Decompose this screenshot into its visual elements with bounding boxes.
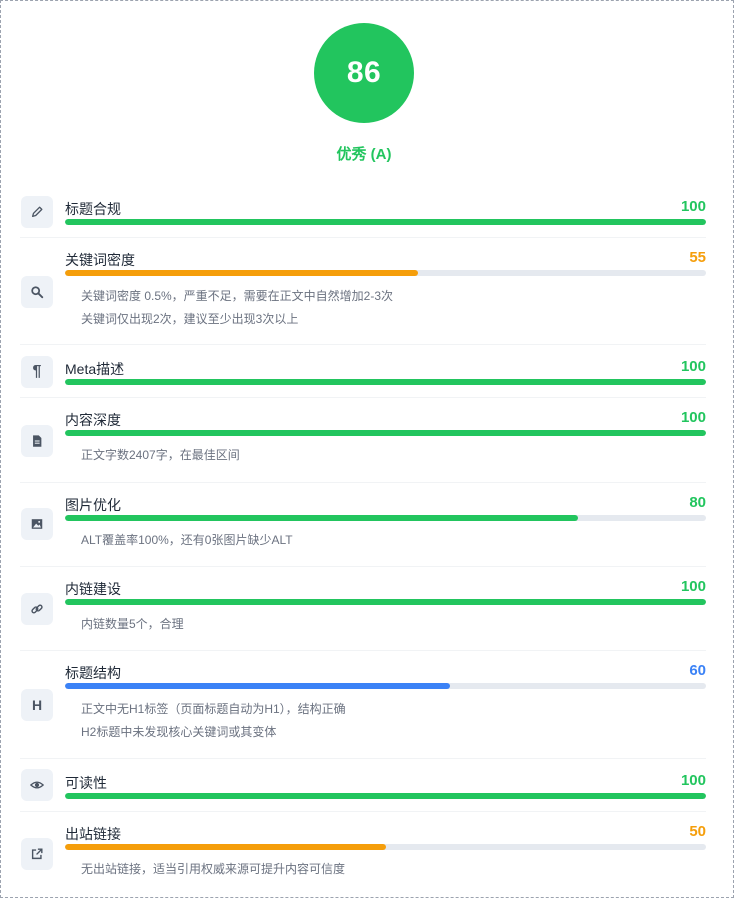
external-link-icon [21,838,53,870]
metric-label: 可读性 [65,775,107,791]
eye-icon [21,769,53,801]
search-icon [21,276,53,308]
heading-icon: H [21,689,53,721]
metric-progress-fill [65,515,578,521]
metric-progress-fill [65,844,386,850]
document-icon [21,425,53,457]
divider [20,397,706,398]
metric-progress-fill [65,683,450,689]
metric-progress-fill [65,793,706,799]
metric-note: 正文中无H1标签（页面标题自动为H1），结构正确 [81,702,346,716]
divider [20,811,706,812]
metric-label: 内容深度 [65,412,121,428]
metric-label: 标题合规 [65,201,121,217]
metric-value: 100 [680,772,706,789]
metric-note: 关键词仅出现2次，建议至少出现3次以上 [81,312,299,326]
metric-value: 60 [689,662,706,679]
metric-label: 标题结构 [65,665,121,681]
metric-note: H2标题中未发现核心关键词或其变体 [81,725,277,739]
metric-label: 出站链接 [65,826,121,842]
divider [20,482,706,483]
image-icon [21,508,53,540]
metric-progress-fill [65,599,706,605]
metric-progress [65,219,706,225]
metric-note: 正文字数2407字，在最佳区间 [81,448,240,462]
metric-label: 内链建设 [65,581,121,597]
metric-value: 100 [680,578,706,595]
metric-label: 图片优化 [65,497,121,513]
metric-progress-fill [65,379,706,385]
metric-note: 无出站链接，适当引用权威来源可提升内容可信度 [81,862,346,876]
metric-note: 内链数量5个，合理 [81,617,184,631]
metric-value: 55 [689,249,706,266]
metric-value: 100 [680,409,706,426]
metric-progress-fill [65,270,418,276]
metric-progress [65,430,706,436]
metric-progress-fill [65,219,706,225]
metric-progress [65,844,706,850]
paragraph-icon: ¶ [21,356,53,388]
metric-progress [65,793,706,799]
divider [20,237,706,238]
metric-progress [65,379,706,385]
metric-progress [65,683,706,689]
grade-label: 优秀 (A) [336,146,392,163]
metric-label: 关键词密度 [65,252,135,268]
divider [20,650,706,651]
metric-progress [65,270,706,276]
metric-progress [65,515,706,521]
metric-value: 100 [680,198,706,215]
metric-note: 关键词密度 0.5%，严重不足，需要在正文中自然增加2-3次 [81,289,394,303]
score-circle: 86 [314,23,414,123]
metric-value: 100 [680,358,706,375]
link-icon [21,593,53,625]
metric-value: 50 [689,823,706,840]
metric-progress [65,599,706,605]
pencil-icon [21,196,53,228]
divider [20,758,706,759]
divider [20,344,706,345]
metric-label: Meta描述 [65,361,125,377]
metric-progress-fill [65,430,706,436]
metric-note: ALT覆盖率100%，还有0张图片缺少ALT [81,533,293,547]
divider [20,566,706,567]
score-value: 86 [346,56,382,89]
metric-value: 80 [689,494,706,511]
